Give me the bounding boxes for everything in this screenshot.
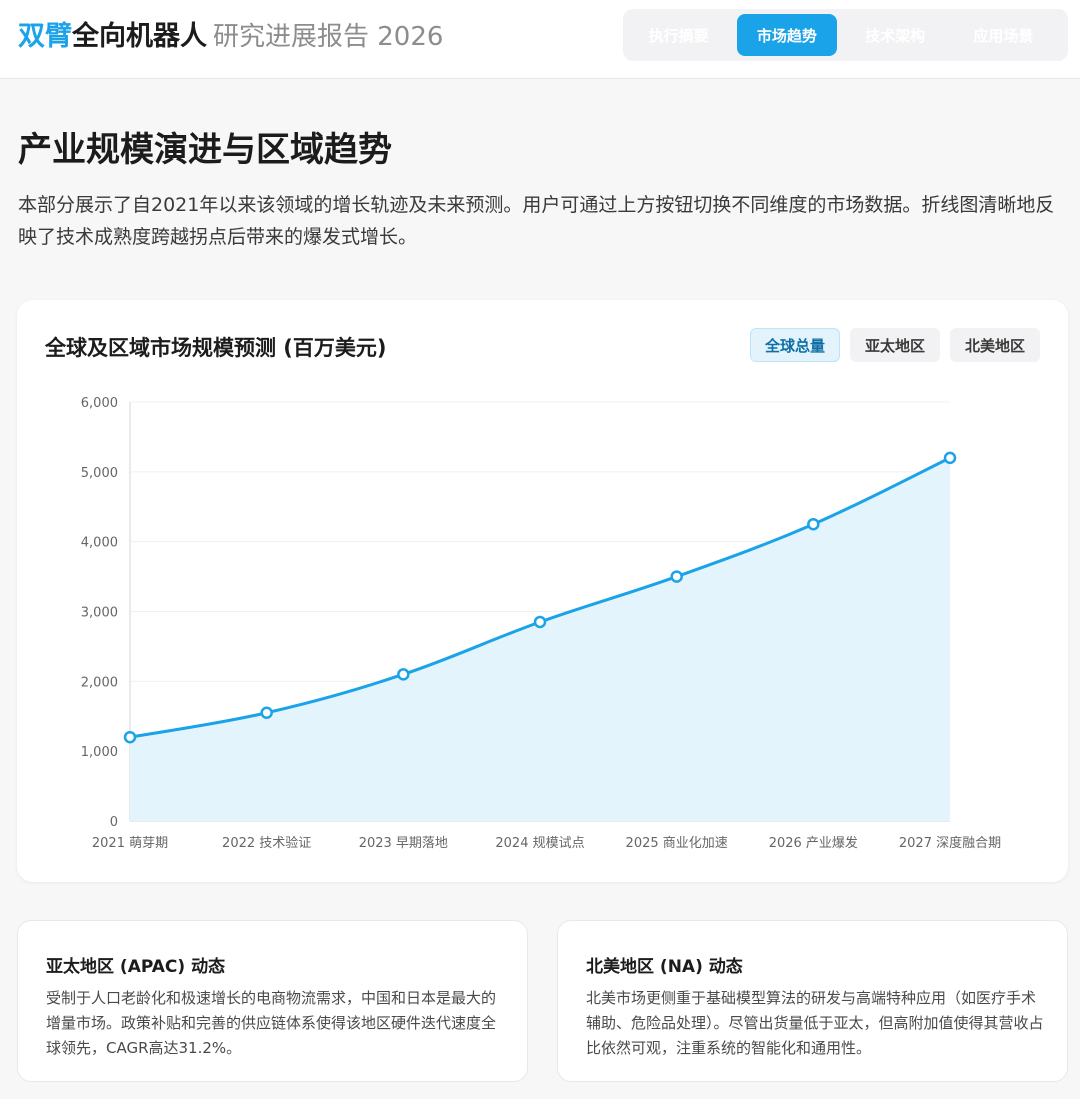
market-size-chart: 0 1,000 2,000 3,000 4,000 5,000 6,000 2021 萌芽期 2… (81, 396, 1001, 851)
data-point (670, 570, 683, 583)
series-area (130, 457, 950, 821)
page-title: 产业规模演进与区域趋势 (18, 130, 392, 170)
x-tick-label: 2022 技术验证 (222, 835, 311, 851)
section-description: 本部分展示了自2021年以来该领域的增长轨迹及未来预测。用户可通过上方按钮切换不… (18, 194, 1055, 248)
data-point (260, 706, 273, 720)
tab-tech-architecture[interactable]: 技术架构 (846, 14, 945, 56)
x-tick-label: 2026 产业爆发 (769, 835, 858, 851)
tab-application-scenarios[interactable]: 应用场景 (954, 14, 1053, 56)
brand-accent: 双臂 (18, 21, 72, 52)
brand-title: 双臂全向机器人 研究进展报告 2026 (18, 18, 443, 56)
apac-text: 受制于人口老龄化和极速增长的电商物流需求，中国和日本是最大的增量市场。政策补贴和… (46, 989, 497, 1057)
na-card: 北美地区 (NA) 动态 北美市场更侧重于基础模型算法的研发与高端特种应用（如医… (557, 920, 1068, 1082)
y-tick-label: 3,000 (81, 606, 118, 621)
data-point (943, 451, 957, 465)
na-text: 北美市场更侧重于基础模型算法的研发与高端特种应用（如医疗手术辅助、危险品处理）。… (586, 989, 1044, 1057)
top-header: 双臂全向机器人 研究进展报告 2026 执行摘要 市场趋势 技术架构 应用场景 (0, 0, 1080, 79)
data-point (533, 615, 547, 629)
y-tick-label: 4,000 (81, 536, 118, 551)
y-tick-label: 2,000 (81, 675, 118, 690)
data-point (397, 668, 410, 681)
x-tick-label: 2027 深度融合期 (899, 835, 1001, 851)
data-point (123, 730, 137, 744)
y-tick-label: 5,000 (81, 466, 118, 481)
tab-market-trends[interactable]: 市场趋势 (737, 14, 837, 56)
brand-main: 全向机器人 (72, 21, 207, 52)
apac-card: 亚太地区 (APAC) 动态 受制于人口老龄化和极速增长的电商物流需求，中国和日… (17, 920, 528, 1082)
apac-title: 亚太地区 (APAC) 动态 (46, 957, 226, 977)
chart-card: 全球及区域市场规模预测 (百万美元) 全球总量 亚太地区 北美地区 0 1,000… (17, 300, 1068, 882)
y-tick-label: 6,000 (81, 396, 118, 411)
brand-subtitle: 研究进展报告 2026 (213, 22, 444, 52)
x-tick-label: 2024 规模试点 (495, 836, 584, 851)
y-tick-label: 0 (110, 815, 118, 830)
x-tick-label: 2025 商业化加速 (626, 836, 728, 851)
x-tick-label: 2021 萌芽期 (92, 836, 168, 851)
tab-executive-summary[interactable]: 执行摘要 (629, 14, 728, 56)
na-title: 北美地区 (NA) 动态 (586, 957, 743, 977)
y-tick-label: 1,000 (81, 745, 118, 760)
x-tick-label: 2023 早期落地 (359, 836, 448, 851)
nav-tabs: 执行摘要 市场趋势 技术架构 应用场景 (623, 9, 1068, 61)
data-point (807, 517, 820, 531)
